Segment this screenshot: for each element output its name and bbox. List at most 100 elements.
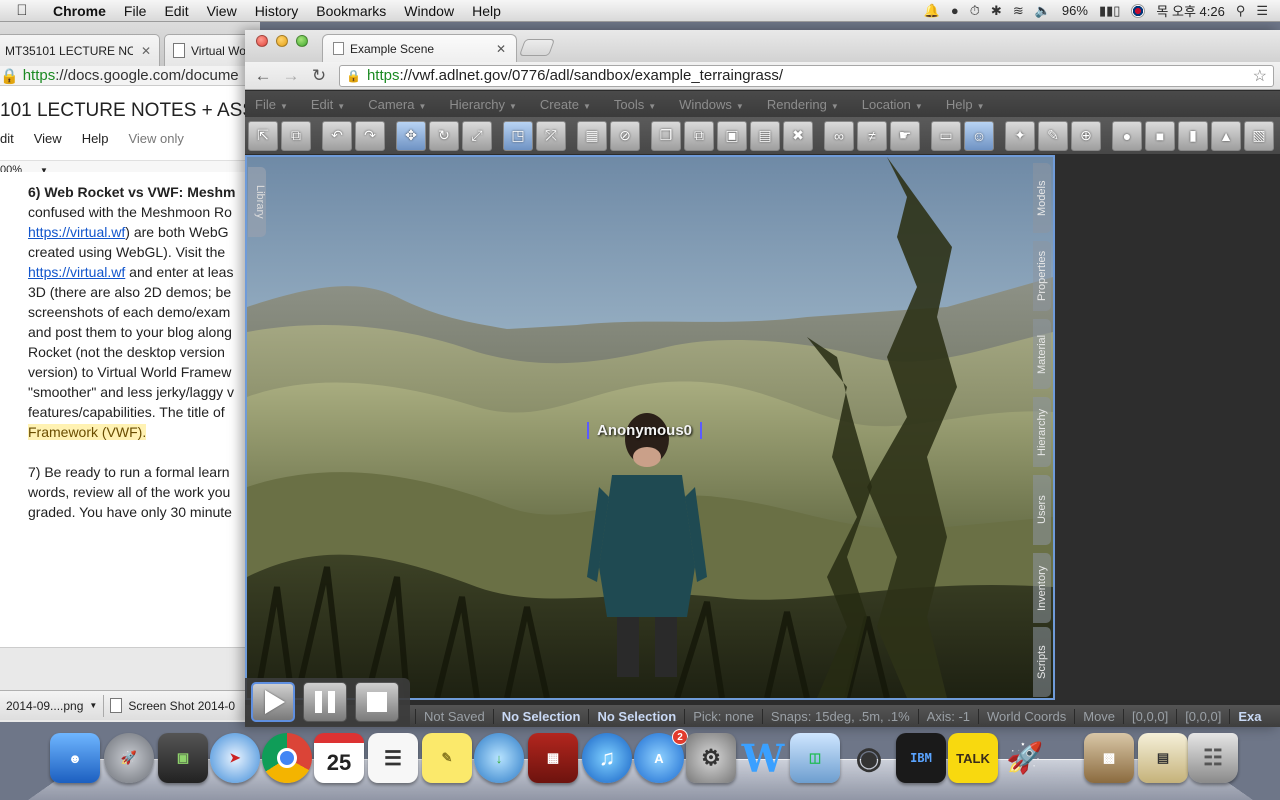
target-icon[interactable]: ⊕ [1071,120,1101,151]
copy-icon[interactable]: ❐ [651,120,681,151]
group-icon[interactable]: ▣ [717,120,747,151]
tab-example-scene[interactable]: Example Scene ✕ [322,34,517,62]
reminders-icon[interactable]: ☰ [368,733,418,783]
wifi-icon[interactable]: ≋ [1013,3,1024,19]
back-arrow-icon[interactable]: ← [249,66,277,86]
apple-menu-icon[interactable]:  [0,2,44,19]
app-store-icon[interactable]: A2 [634,729,688,783]
status-snaps-status[interactable]: Snaps: 15deg, .5m, .1% [761,708,918,724]
stickies-icon[interactable]: ✎ [422,733,472,783]
menubar-window[interactable]: Window [395,3,463,19]
pause-button[interactable] [303,682,347,722]
link-icon[interactable]: ∞ [824,120,854,151]
close-icon[interactable]: ✕ [496,42,506,56]
sandbox-menu-help[interactable]: Help ▼ [946,97,998,112]
menubar-view[interactable]: View [198,3,246,19]
menubar-history[interactable]: History [246,3,308,19]
doc-menu-edit[interactable]: dit [0,131,14,146]
terminal-ibm-icon[interactable]: IBM [896,733,946,783]
menubar-app-name[interactable]: Chrome [44,3,115,19]
finder-icon[interactable]: ☻ [50,733,100,783]
status-tool-mode[interactable]: Move [1074,708,1123,724]
menubar-help[interactable]: Help [463,3,510,19]
status-rotation-readout[interactable]: [0,0,0] [1176,708,1229,724]
move-tool-icon[interactable]: ✥ [396,120,426,151]
play-button[interactable] [251,682,295,722]
docs-address-bar[interactable]: 🔒 https ://docs.google.com/docume [0,66,260,86]
plane-icon[interactable]: ▧ [1244,120,1274,151]
library-tab[interactable]: Library [248,167,266,237]
bell-icon[interactable]: 🔔 [924,3,940,19]
delete-icon[interactable]: ✖ [783,120,813,151]
unlink-icon[interactable]: ≠ [857,120,887,151]
calendar-icon[interactable]: 25 [314,733,364,783]
system-preferences-icon[interactable]: ⚙ [686,733,736,783]
doc-link[interactable]: https://virtual.wf [28,224,125,240]
rocket-app-icon[interactable]: 🚀 [1000,733,1050,783]
side-tab-users[interactable]: Users [1033,475,1051,545]
light-icon[interactable]: ✦ [1005,120,1035,151]
pointer-icon[interactable]: ☛ [890,120,920,151]
duplicate-icon[interactable]: ⧉ [684,120,714,151]
cube-icon[interactable]: ■ [1145,120,1175,151]
bookmark-star-icon[interactable]: ☆ [1253,66,1267,86]
status-selection-status[interactable]: No Selection [492,708,589,724]
status-scene-name[interactable]: Exa [1229,708,1269,724]
rotate-tool-icon[interactable]: ↻ [429,120,459,151]
world-coords-icon[interactable]: ◳ [503,120,533,151]
volume-icon[interactable]: 🔈 [1035,3,1051,19]
documents-stack-icon[interactable]: ▤ [1138,733,1188,783]
side-tab-properties[interactable]: Properties [1033,241,1051,311]
sandbox-menu-tools[interactable]: Tools ▼ [614,97,669,112]
new-object-icon[interactable]: ⇱ [248,120,278,151]
window-minimize-button[interactable] [276,35,288,47]
new-tab-button[interactable] [518,39,556,56]
menubar-file[interactable]: File [115,3,156,19]
kakaotalk-icon[interactable]: TALK [948,733,998,783]
status-coords-mode[interactable]: World Coords [978,708,1074,724]
stop-button[interactable] [355,682,399,722]
menubar-bookmarks[interactable]: Bookmarks [307,3,395,19]
sphere-icon[interactable]: ● [1112,120,1142,151]
launchpad-icon[interactable]: 🚀 [104,733,154,783]
address-bar[interactable]: 🔒 https ://vwf.adlnet.gov/0776/adl/sandb… [339,64,1274,87]
status-pick-status[interactable]: Pick: none [684,708,762,724]
battery-percent[interactable]: 96% [1062,3,1088,18]
bluetooth-icon[interactable]: ✱ [991,3,1002,19]
no-snap-icon[interactable]: ⊘ [610,120,640,151]
doc-menu-help[interactable]: Help [82,131,109,146]
sandbox-menu-edit[interactable]: Edit ▼ [311,97,358,112]
doc-link[interactable]: https://virtual.wf [28,264,125,280]
sandbox-menu-file[interactable]: File ▼ [255,97,301,112]
itunes-icon[interactable]: ♫ [582,733,632,783]
side-tab-models[interactable]: Models [1033,163,1051,233]
window-close-button[interactable] [256,35,268,47]
status-selection-name[interactable]: No Selection [588,708,684,724]
doc-menu-view[interactable]: View [34,131,62,146]
side-tab-scripts[interactable]: Scripts [1033,627,1051,697]
local-coords-icon[interactable]: ⤱ [536,120,566,151]
reload-icon[interactable]: ↻ [305,66,333,86]
menubar-edit[interactable]: Edit [155,3,197,19]
status-position-readout[interactable]: [0,0,0] [1123,708,1176,724]
sandbox-menu-create[interactable]: Create ▼ [540,97,604,112]
photo-booth-icon[interactable]: ▣ [158,733,208,783]
camera-icon[interactable]: ▭ [931,120,961,151]
sandbox-menu-rendering[interactable]: Rendering ▼ [767,97,852,112]
download-item[interactable]: 2014-09....png ▼ [0,699,103,713]
gimp-icon[interactable]: ◉ [844,733,894,783]
scale-tool-icon[interactable]: ⤢ [462,120,492,151]
input-source-flag-icon[interactable] [1131,3,1146,18]
side-tab-hierarchy[interactable]: Hierarchy [1033,397,1051,467]
paste-icon[interactable]: ⧉ [281,120,311,151]
status-save-status[interactable]: Not Saved [415,708,493,724]
sandbox-menu-camera[interactable]: Camera ▼ [368,97,439,112]
cylinder-icon[interactable]: ▮ [1178,120,1208,151]
chevron-down-icon[interactable]: ▼ [89,701,97,710]
redo-icon[interactable]: ↷ [355,120,385,151]
battery-icon[interactable]: ▮▮▯ [1099,3,1120,19]
window-zoom-button[interactable] [296,35,308,47]
menubar-clock[interactable]: 목 오후 4:26 [1156,1,1224,20]
time-machine-icon[interactable]: ⏱ [970,3,980,19]
undo-icon[interactable]: ↶ [322,120,352,151]
